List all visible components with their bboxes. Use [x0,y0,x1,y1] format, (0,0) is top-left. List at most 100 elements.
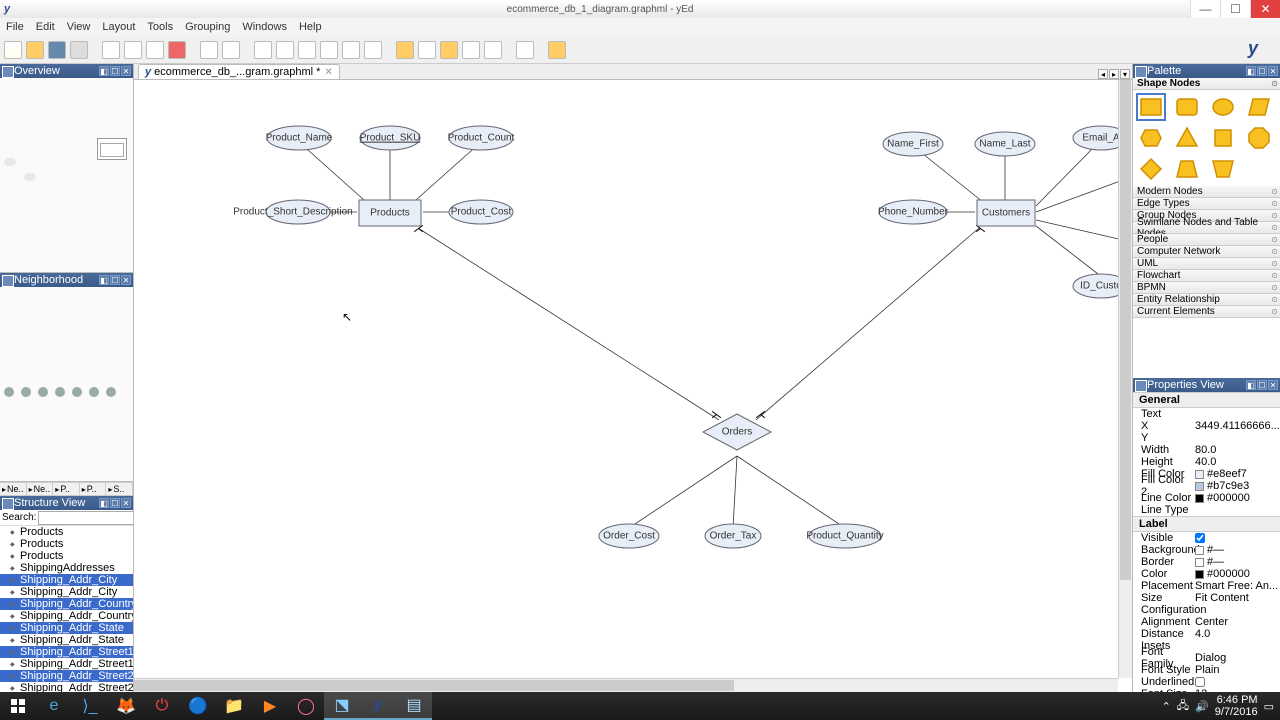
palette-category[interactable]: BPMN [1133,282,1280,294]
tree-item[interactable]: Shipping_Addr_City [0,586,133,598]
palette-category[interactable]: Modern Nodes [1133,186,1280,198]
undo-button[interactable] [200,41,218,59]
tab-prev-icon[interactable]: ◂ [1098,69,1108,79]
tree-item[interactable]: Shipping_Addr_Country [0,610,133,622]
property-row[interactable]: Fill Color 2#b7c9e3 [1133,480,1280,492]
property-row[interactable]: Text [1133,408,1280,420]
shape-trapezoid[interactable] [1172,155,1202,183]
maximize-button[interactable]: ☐ [1220,0,1250,18]
props-section-label[interactable]: Label [1133,516,1280,532]
menu-layout[interactable]: Layout [102,21,135,33]
property-row[interactable]: Configuration [1133,604,1280,616]
panel-tab[interactable]: Ne.. [27,483,54,495]
tool-x-button[interactable] [516,41,534,59]
menu-help[interactable]: Help [299,21,322,33]
tray-network-icon[interactable]: 🖧 [1177,697,1189,716]
mode-nav-button[interactable] [418,41,436,59]
cut-button[interactable] [102,41,120,59]
tab-next-icon[interactable]: ▸ [1109,69,1119,79]
panel-tab[interactable]: P.. [80,483,107,495]
tree-item[interactable]: Shipping_Addr_City [0,574,133,586]
task-ie[interactable]: e [36,692,72,720]
panel-max-icon[interactable]: ☐ [110,66,120,76]
panel-pin-icon[interactable]: ◧ [1246,380,1256,390]
panel-tab[interactable]: Ne.. [0,483,27,495]
palette-category[interactable]: Flowchart [1133,270,1280,282]
neighborhood-panel[interactable] [0,287,133,482]
tree-item[interactable]: Products [0,550,133,562]
minimize-button[interactable]: — [1190,0,1220,18]
panel-close-icon[interactable]: ✕ [121,66,131,76]
overview-header[interactable]: Overview◧☐✕ [0,64,133,78]
panel-max-icon[interactable]: ☐ [1257,380,1267,390]
property-row[interactable]: Height40.0 [1133,456,1280,468]
palette-category[interactable]: Swimlane Nodes and Table Nodes [1133,222,1280,234]
grid-button[interactable] [462,41,480,59]
neighborhood-header[interactable]: Neighborhood◧☐✕ [0,273,133,287]
panel-close-icon[interactable]: ✕ [1268,66,1278,76]
tree-item[interactable]: Shipping_Addr_Street2 [0,682,133,692]
save-button[interactable] [48,41,66,59]
panel-pin-icon[interactable]: ◧ [99,498,109,508]
structure-header[interactable]: Structure View◧☐✕ [0,496,133,510]
palette-header[interactable]: Palette◧☐✕ [1133,64,1280,78]
task-app2[interactable]: ⬔ [324,692,360,720]
task-app1[interactable]: ◯ [288,692,324,720]
menu-windows[interactable]: Windows [242,21,287,33]
delete-button[interactable] [168,41,186,59]
panel-close-icon[interactable]: ✕ [121,275,131,285]
panel-max-icon[interactable]: ☐ [1257,66,1267,76]
property-row[interactable]: X3449.41166666... [1133,420,1280,432]
zoom-area-button[interactable] [320,41,338,59]
menu-view[interactable]: View [67,21,91,33]
shape-parallelogram[interactable] [1244,93,1274,121]
tree-item[interactable]: Shipping_Addr_Street1 [0,646,133,658]
task-chrome[interactable]: 🔵 [180,692,216,720]
fit-button[interactable] [364,41,382,59]
overview-panel[interactable] [0,78,133,273]
property-row[interactable]: Font StylePlain [1133,664,1280,676]
shape-round-rect[interactable] [1172,93,1202,121]
diagram-canvas[interactable]: ⋌ ⋋ ⋋ ⋌ Product_Name Product_SKU Product… [134,80,1132,692]
copy-button[interactable] [124,41,142,59]
shape-hexagon[interactable] [1136,124,1166,152]
palette-category[interactable]: Computer Network [1133,246,1280,258]
shape-trapezoid2[interactable] [1208,155,1238,183]
magic-button[interactable] [548,41,566,59]
menu-tools[interactable]: Tools [147,21,173,33]
tray-notifications-icon[interactable]: ▭ [1264,700,1274,713]
tree-item[interactable]: Shipping_Addr_Street1 [0,658,133,670]
zoom-in-button[interactable] [254,41,272,59]
redo-button[interactable] [222,41,240,59]
property-row[interactable]: Font FamilyDialog [1133,652,1280,664]
paste-button[interactable] [146,41,164,59]
task-power[interactable]: ⏻ [144,692,180,720]
task-yed[interactable]: y [360,692,396,720]
clock[interactable]: 6:46 PM 9/7/2016 [1215,694,1258,718]
shape-octagon[interactable] [1244,124,1274,152]
zoom-fit-button[interactable] [298,41,316,59]
tree-item[interactable]: Products [0,526,133,538]
property-row[interactable]: Background#— [1133,544,1280,556]
structure-tree[interactable]: ProductsProductsProductsShippingAddresse… [0,526,133,692]
panel-max-icon[interactable]: ☐ [110,275,120,285]
tab-close-icon[interactable]: ✕ [324,67,332,78]
menu-edit[interactable]: Edit [36,21,55,33]
panel-pin-icon[interactable]: ◧ [99,275,109,285]
task-firefox[interactable]: 🦊 [108,692,144,720]
property-row[interactable]: Distance4.0 [1133,628,1280,640]
palette-category[interactable]: Edge Types [1133,198,1280,210]
panel-close-icon[interactable]: ✕ [121,498,131,508]
tab-list-icon[interactable]: ▾ [1120,69,1130,79]
new-button[interactable] [4,41,22,59]
shape-rectangle[interactable] [1136,93,1166,121]
menu-file[interactable]: File [6,21,24,33]
document-tab[interactable]: y ecommerce_db_...gram.graphml * ✕ [138,64,340,79]
panel-pin-icon[interactable]: ◧ [1246,66,1256,76]
tray-volume-icon[interactable]: 🔊 [1195,700,1209,713]
shape-square[interactable] [1208,124,1238,152]
tray-up-icon[interactable]: ⌃ [1162,700,1171,713]
zoom-out-button[interactable] [276,41,294,59]
panel-tab[interactable]: S.. [106,483,133,495]
property-row[interactable]: Border#— [1133,556,1280,568]
